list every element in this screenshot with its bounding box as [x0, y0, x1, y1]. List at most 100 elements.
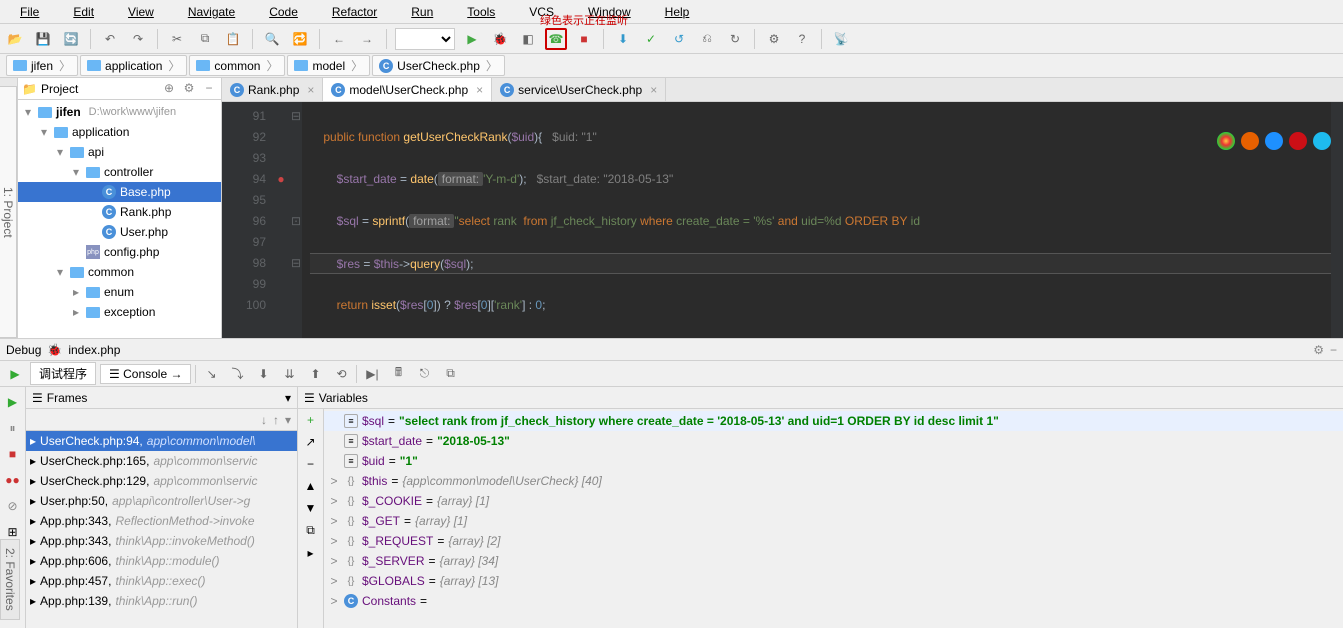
variable-item[interactable]: ≡ $sql = "select rank from jf_check_hist…	[324, 411, 1343, 431]
debug-icon[interactable]: 🐞	[489, 28, 511, 50]
tree-item[interactable]: CBase.php	[18, 182, 221, 202]
safari-icon[interactable]	[1265, 132, 1283, 150]
menu-refactor[interactable]: Refactor	[316, 3, 393, 21]
tree-item[interactable]: ▾controller	[18, 162, 221, 182]
copy-icon[interactable]: ⧉	[194, 28, 216, 50]
help-icon[interactable]: ?	[791, 28, 813, 50]
expand-icon[interactable]: ▸	[307, 546, 313, 560]
tree-item[interactable]: phpconfig.php	[18, 242, 221, 262]
error-strip[interactable]	[1331, 102, 1343, 338]
variable-item[interactable]: >C Constants =	[324, 591, 1343, 611]
variable-item[interactable]: >{} $GLOBALS = {array} [13]	[324, 571, 1343, 591]
editor-tab[interactable]: Cmodel\UserCheck.php×	[323, 78, 492, 101]
vcs-commit-icon[interactable]: ✓	[640, 28, 662, 50]
up-icon[interactable]: ▲	[305, 479, 317, 493]
force-step-into-icon[interactable]: ⇊	[278, 363, 300, 385]
stop-icon[interactable]: ■	[573, 28, 595, 50]
code-editor[interactable]: 919293949596979899100 ● ⊟ ⊡ ⊟ public fun…	[222, 102, 1343, 338]
tree-item[interactable]: CUser.php	[18, 222, 221, 242]
project-tool-tab[interactable]: 1: Project	[0, 86, 17, 338]
variable-item[interactable]: ≡ $uid = "1"	[324, 451, 1343, 471]
frame-item[interactable]: ▸User.php:50, app\api\controller\User->g	[26, 491, 297, 511]
stop-icon[interactable]: ■	[4, 445, 22, 463]
paste-icon[interactable]: 📋	[222, 28, 244, 50]
settings-icon[interactable]: ⚙	[763, 28, 785, 50]
variable-item[interactable]: >{} $_SERVER = {array} [34]	[324, 551, 1343, 571]
close-tab-icon[interactable]: ×	[476, 83, 483, 97]
tree-item[interactable]: CRank.php	[18, 202, 221, 222]
breadcrumb-item[interactable]: common〉	[189, 55, 285, 76]
forward-icon[interactable]: →	[356, 28, 378, 50]
tree-item[interactable]: ▾api	[18, 142, 221, 162]
sync-icon[interactable]: 🔄	[60, 28, 82, 50]
favorites-tool-tab[interactable]: 2: Favorites	[0, 539, 20, 620]
frame-item[interactable]: ▸UserCheck.php:165, app\common\servic	[26, 451, 297, 471]
debugger-tab[interactable]: 调试程序	[30, 362, 96, 385]
thread-select[interactable]: ↓↑▾	[26, 409, 297, 431]
breadcrumb-item[interactable]: application〉	[80, 55, 187, 76]
menu-view[interactable]: View	[112, 3, 170, 21]
back-icon[interactable]: ←	[328, 28, 350, 50]
opera-icon[interactable]	[1289, 132, 1307, 150]
frame-item[interactable]: ▸App.php:457, think\App::exec()	[26, 571, 297, 591]
firefox-icon[interactable]	[1241, 132, 1259, 150]
variable-item[interactable]: >{} $_GET = {array} [1]	[324, 511, 1343, 531]
collapse-icon[interactable]: ⊕	[161, 81, 177, 97]
vcs-update-icon[interactable]: ⬇	[612, 28, 634, 50]
chrome-icon[interactable]	[1217, 132, 1235, 150]
frame-item[interactable]: ▸UserCheck.php:129, app\common\servic	[26, 471, 297, 491]
editor-tab[interactable]: Cservice\UserCheck.php×	[492, 78, 666, 101]
close-tab-icon[interactable]: ×	[307, 83, 314, 97]
down-icon[interactable]: ▼	[305, 501, 317, 515]
frame-item[interactable]: ▸App.php:343, ReflectionMethod->invoke	[26, 511, 297, 531]
code-body[interactable]: public function getUserCheckRank($uid){ …	[302, 102, 1331, 338]
tree-item[interactable]: ▾application	[18, 122, 221, 142]
run-to-cursor-icon[interactable]: ▶|	[361, 363, 383, 385]
hide-icon[interactable]: −	[201, 81, 217, 97]
run-config-select[interactable]	[395, 28, 455, 50]
coverage-icon[interactable]: ◧	[517, 28, 539, 50]
listen-debug-icon[interactable]: ☎	[545, 28, 567, 50]
breadcrumb-item[interactable]: jifen〉	[6, 55, 78, 76]
breadcrumb-item[interactable]: CUserCheck.php〉	[372, 55, 505, 76]
variable-item[interactable]: >{} $this = {app\common\model\UserCheck}…	[324, 471, 1343, 491]
editor-tab[interactable]: CRank.php×	[222, 78, 323, 101]
open-icon[interactable]: 📂	[4, 28, 26, 50]
tree-item[interactable]: ▸enum	[18, 282, 221, 302]
frame-item[interactable]: ▸App.php:606, think\App::module()	[26, 551, 297, 571]
new-watch-icon[interactable]: ↗	[305, 435, 315, 449]
variable-item[interactable]: >{} $_COOKIE = {array} [1]	[324, 491, 1343, 511]
ie-icon[interactable]	[1313, 132, 1331, 150]
cut-icon[interactable]: ✂	[166, 28, 188, 50]
close-tab-icon[interactable]: ×	[650, 83, 657, 97]
copy-watch-icon[interactable]: ⧉	[306, 523, 315, 538]
replace-icon[interactable]: 🔁	[289, 28, 311, 50]
menu-help[interactable]: Help	[649, 3, 706, 21]
vcs-history-icon[interactable]: ↺	[668, 28, 690, 50]
trace-icon[interactable]: ⎋	[413, 363, 435, 385]
breadcrumb-item[interactable]: model〉	[287, 55, 370, 76]
remove-watch-icon[interactable]: −	[307, 457, 314, 471]
frame-item[interactable]: ▸UserCheck.php:94, app\common\model\	[26, 431, 297, 451]
pause-icon[interactable]: ⏸	[4, 419, 22, 437]
layout-icon[interactable]: ⊞	[4, 523, 22, 541]
frame-item[interactable]: ▸App.php:343, think\App::invokeMethod()	[26, 531, 297, 551]
menu-edit[interactable]: Edit	[57, 3, 110, 21]
add-watch-icon[interactable]: +	[307, 413, 314, 427]
variable-item[interactable]: >{} $_REQUEST = {array} [2]	[324, 531, 1343, 551]
step-over-icon[interactable]: ⤵	[226, 363, 248, 385]
settings-icon[interactable]: ⧉	[439, 363, 461, 385]
frame-item[interactable]: ▸App.php:139, think\App::run()	[26, 591, 297, 611]
gear-icon[interactable]: ⚙	[181, 81, 197, 97]
vcs-revert-icon[interactable]: ⎌	[696, 28, 718, 50]
evaluate-icon[interactable]: 🖩	[387, 363, 409, 385]
step-out-icon[interactable]: ⬆	[304, 363, 326, 385]
variable-item[interactable]: ≡ $start_date = "2018-05-13"	[324, 431, 1343, 451]
tree-item[interactable]: ▾common	[18, 262, 221, 282]
find-icon[interactable]: 🔍	[261, 28, 283, 50]
deploy-icon[interactable]: 📡	[830, 28, 852, 50]
rerun-icon[interactable]: ▶	[4, 363, 26, 385]
console-tab[interactable]: ☰ Console →	[100, 364, 191, 384]
fold-gutter[interactable]: ⊟ ⊡ ⊟	[290, 102, 302, 338]
drop-frame-icon[interactable]: ⟲	[330, 363, 352, 385]
